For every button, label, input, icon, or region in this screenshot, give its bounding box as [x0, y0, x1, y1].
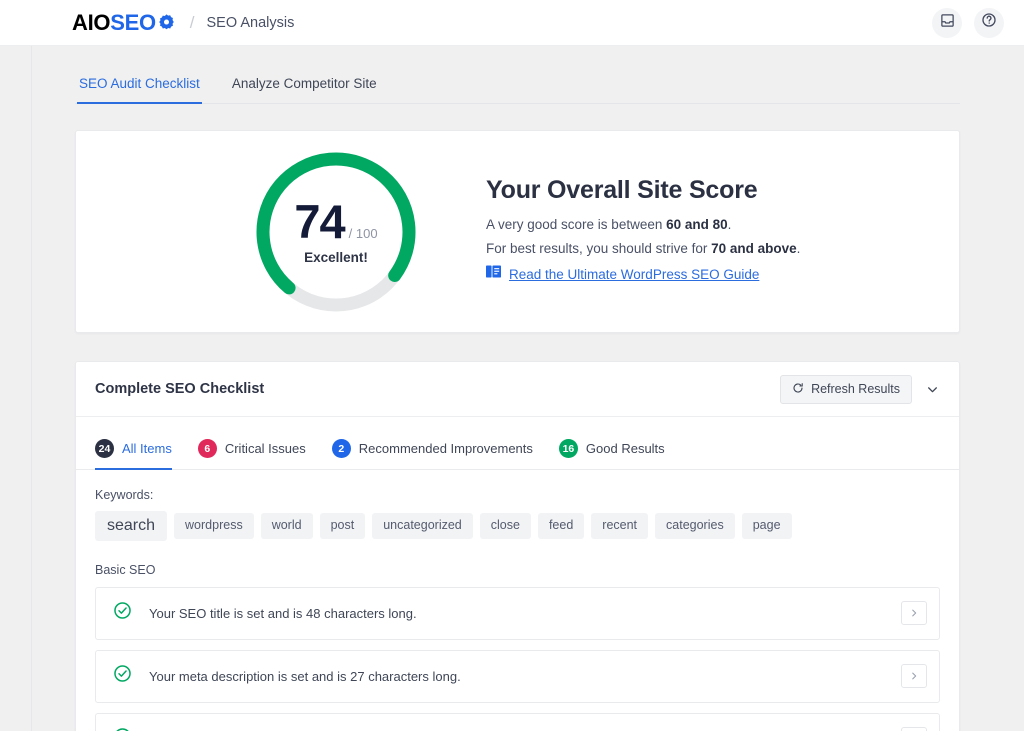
filter-label: All Items — [122, 441, 172, 456]
keyword-chip[interactable]: feed — [538, 513, 584, 539]
filter-label: Critical Issues — [225, 441, 306, 456]
tab-label: Analyze Competitor Site — [232, 76, 377, 91]
checklist-item[interactable]: Your meta description is set and is 27 c… — [95, 650, 940, 703]
gear-icon — [157, 13, 176, 32]
badge-count: 6 — [198, 439, 217, 458]
score-max: / 100 — [349, 227, 378, 240]
score-range-pre: A very good score is between — [486, 217, 666, 232]
check-circle-icon — [113, 727, 132, 731]
inbox-icon — [940, 13, 955, 33]
keyword-chip[interactable]: uncategorized — [372, 513, 473, 539]
checklist-item-text: Your SEO title is set and is 48 characte… — [149, 606, 417, 621]
help-button[interactable] — [974, 8, 1004, 38]
score-advice-line: For best results, you should strive for … — [486, 241, 800, 256]
score-advice-bold: 70 and above — [711, 241, 797, 256]
chevron-right-icon[interactable] — [901, 664, 927, 688]
score-advice-pre: For best results, you should strive for — [486, 241, 711, 256]
app-header: AIO SEO / SEO Analysis — [0, 0, 1024, 46]
checklist-header-actions: Refresh Results — [780, 375, 939, 404]
page-body: SEO Audit Checklist Analyze Competitor S… — [0, 46, 1024, 731]
check-circle-icon — [113, 664, 132, 688]
filter-recommended-improvements[interactable]: 2 Recommended Improvements — [332, 439, 533, 470]
keywords-label: Keywords: — [95, 488, 940, 502]
tab-analyze-competitor-site[interactable]: Analyze Competitor Site — [230, 76, 379, 104]
breadcrumb-separator: / — [190, 13, 195, 33]
book-icon — [486, 265, 501, 283]
filter-label: Good Results — [586, 441, 665, 456]
admin-rail — [0, 46, 32, 731]
score-value: 74 — [294, 198, 344, 245]
check-circle-icon — [113, 601, 132, 625]
score-range-post: . — [728, 217, 732, 232]
content-area: SEO Audit Checklist Analyze Competitor S… — [33, 46, 1024, 731]
keyword-chip[interactable]: post — [320, 513, 366, 539]
keyword-chip[interactable]: close — [480, 513, 531, 539]
overall-score-card: 74 / 100 Excellent! Your Overall Site Sc… — [75, 130, 960, 333]
keyword-chip[interactable]: world — [261, 513, 313, 539]
score-description: Your Overall Site Score A very good scor… — [486, 176, 800, 287]
keywords-list: search wordpress world post uncategorize… — [95, 511, 940, 541]
complete-seo-checklist-card: Complete SEO Checklist Refresh Results — [75, 361, 960, 731]
keyword-chip[interactable]: recent — [591, 513, 648, 539]
filter-label: Recommended Improvements — [359, 441, 533, 456]
keyword-chip[interactable]: categories — [655, 513, 735, 539]
main-tabs: SEO Audit Checklist Analyze Competitor S… — [75, 46, 960, 104]
aioseo-logo[interactable]: AIO SEO — [72, 10, 176, 36]
checklist-title: Complete SEO Checklist — [95, 381, 264, 397]
filter-critical-issues[interactable]: 6 Critical Issues — [198, 439, 306, 470]
logo-text-aio: AIO — [72, 10, 110, 36]
logo-text-seo: SEO — [110, 10, 156, 36]
badge-count: 2 — [332, 439, 351, 458]
chevron-down-icon[interactable] — [926, 383, 939, 396]
refresh-results-button[interactable]: Refresh Results — [780, 375, 912, 404]
score-rating: Excellent! — [304, 250, 368, 265]
score-ring: 74 / 100 Excellent! — [252, 148, 420, 316]
keyword-chip[interactable]: page — [742, 513, 792, 539]
score-value-row: 74 / 100 — [294, 198, 377, 245]
keyword-chip[interactable]: search — [95, 511, 167, 541]
score-center: 74 / 100 Excellent! — [252, 148, 420, 316]
refresh-results-label: Refresh Results — [811, 382, 900, 396]
badge-count: 16 — [559, 439, 578, 458]
checklist-header: Complete SEO Checklist Refresh Results — [76, 362, 959, 417]
notifications-button[interactable] — [932, 8, 962, 38]
chevron-right-icon[interactable] — [901, 601, 927, 625]
checklist-item[interactable]: Your SEO title is set and is 48 characte… — [95, 587, 940, 640]
breadcrumb: SEO Analysis — [207, 15, 295, 31]
checklist-item-text: Your meta description is set and is 27 c… — [149, 669, 461, 684]
chevron-right-icon[interactable] — [901, 727, 927, 731]
refresh-icon — [792, 382, 804, 397]
checklist-body: Keywords: search wordpress world post un… — [76, 470, 959, 731]
section-title-basic-seo: Basic SEO — [95, 563, 940, 577]
filter-all-items[interactable]: 24 All Items — [95, 439, 172, 470]
score-advice-post: . — [797, 241, 801, 256]
tab-label: SEO Audit Checklist — [79, 76, 200, 91]
keyword-chip[interactable]: wordpress — [174, 513, 254, 539]
checklist-item[interactable]: One or more keywords were found in the t… — [95, 713, 940, 731]
badge-count: 24 — [95, 439, 114, 458]
help-circle-icon — [981, 12, 997, 33]
guide-row: Read the Ultimate WordPress SEO Guide — [486, 265, 800, 283]
checklist-filters: 24 All Items 6 Critical Issues 2 Recomme… — [76, 417, 959, 470]
score-range-bold: 60 and 80 — [666, 217, 728, 232]
tab-seo-audit-checklist[interactable]: SEO Audit Checklist — [77, 76, 202, 104]
ultimate-seo-guide-link[interactable]: Read the Ultimate WordPress SEO Guide — [509, 267, 759, 282]
score-range-line: A very good score is between 60 and 80. — [486, 217, 800, 232]
header-actions — [932, 8, 1004, 38]
page-title: Your Overall Site Score — [486, 176, 800, 205]
filter-good-results[interactable]: 16 Good Results — [559, 439, 665, 470]
